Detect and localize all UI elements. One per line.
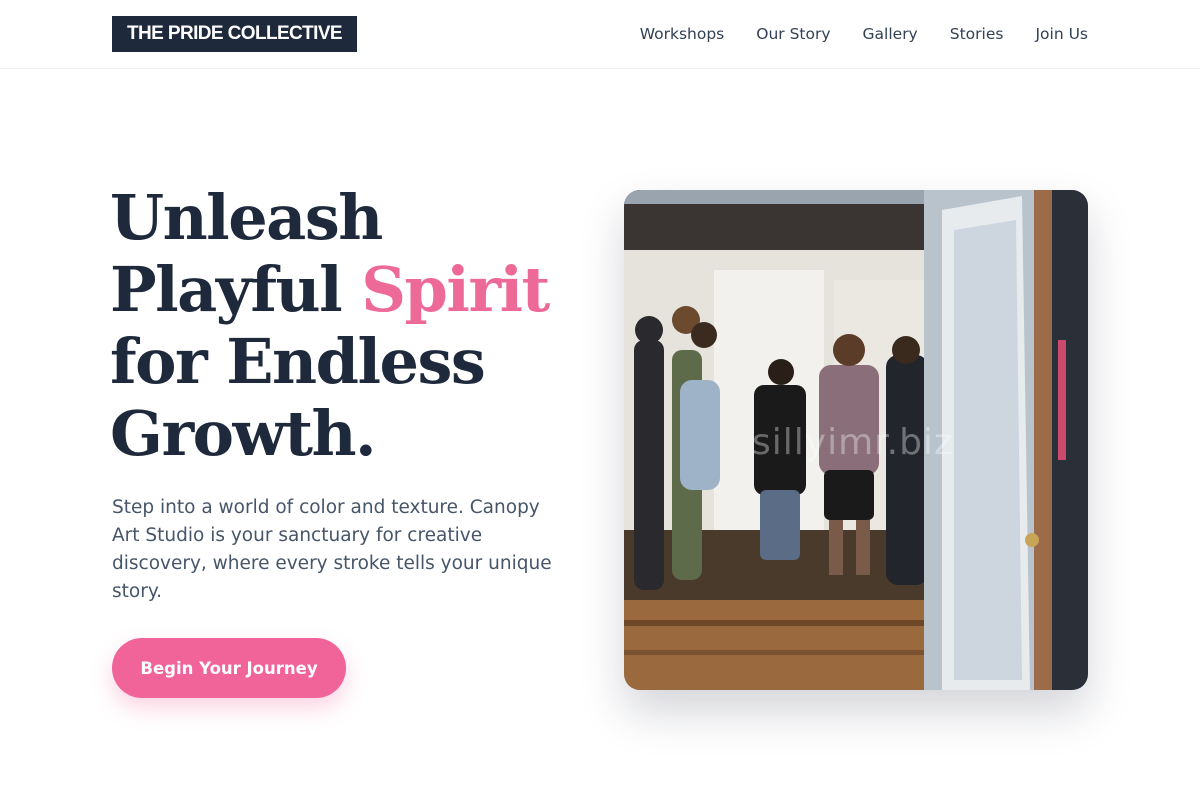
- nav-links: Workshops Our Story Gallery Stories Join…: [640, 22, 1088, 46]
- hero-title-line-3: for Endless: [110, 325, 486, 398]
- hero-title: Unleash Playful Spirit for Endless Growt…: [110, 182, 580, 470]
- hero-subtitle: Step into a world of color and texture. …: [112, 497, 552, 602]
- nav-link-gallery[interactable]: Gallery: [863, 22, 918, 46]
- photo-watermark: sillyimr.biz: [752, 422, 954, 463]
- hero-title-line-2: Playful: [110, 253, 362, 326]
- nav-link-stories[interactable]: Stories: [950, 22, 1004, 46]
- hero-title-line-4: Growth.: [110, 397, 377, 470]
- nav-link-workshops[interactable]: Workshops: [640, 22, 725, 46]
- top-navbar: THE PRIDE COLLECTIVE Workshops Our Story…: [0, 0, 1200, 69]
- hero-title-accent: Spirit: [361, 253, 550, 326]
- hero-title-line-1: Unleash: [110, 181, 383, 254]
- nav-link-join-us[interactable]: Join Us: [1035, 22, 1088, 46]
- begin-journey-button[interactable]: Begin Your Journey: [112, 638, 346, 698]
- nav-link-our-story[interactable]: Our Story: [756, 22, 830, 46]
- hero-photo: sillyimr.biz: [624, 190, 1088, 690]
- brand-logo[interactable]: THE PRIDE COLLECTIVE: [112, 16, 357, 52]
